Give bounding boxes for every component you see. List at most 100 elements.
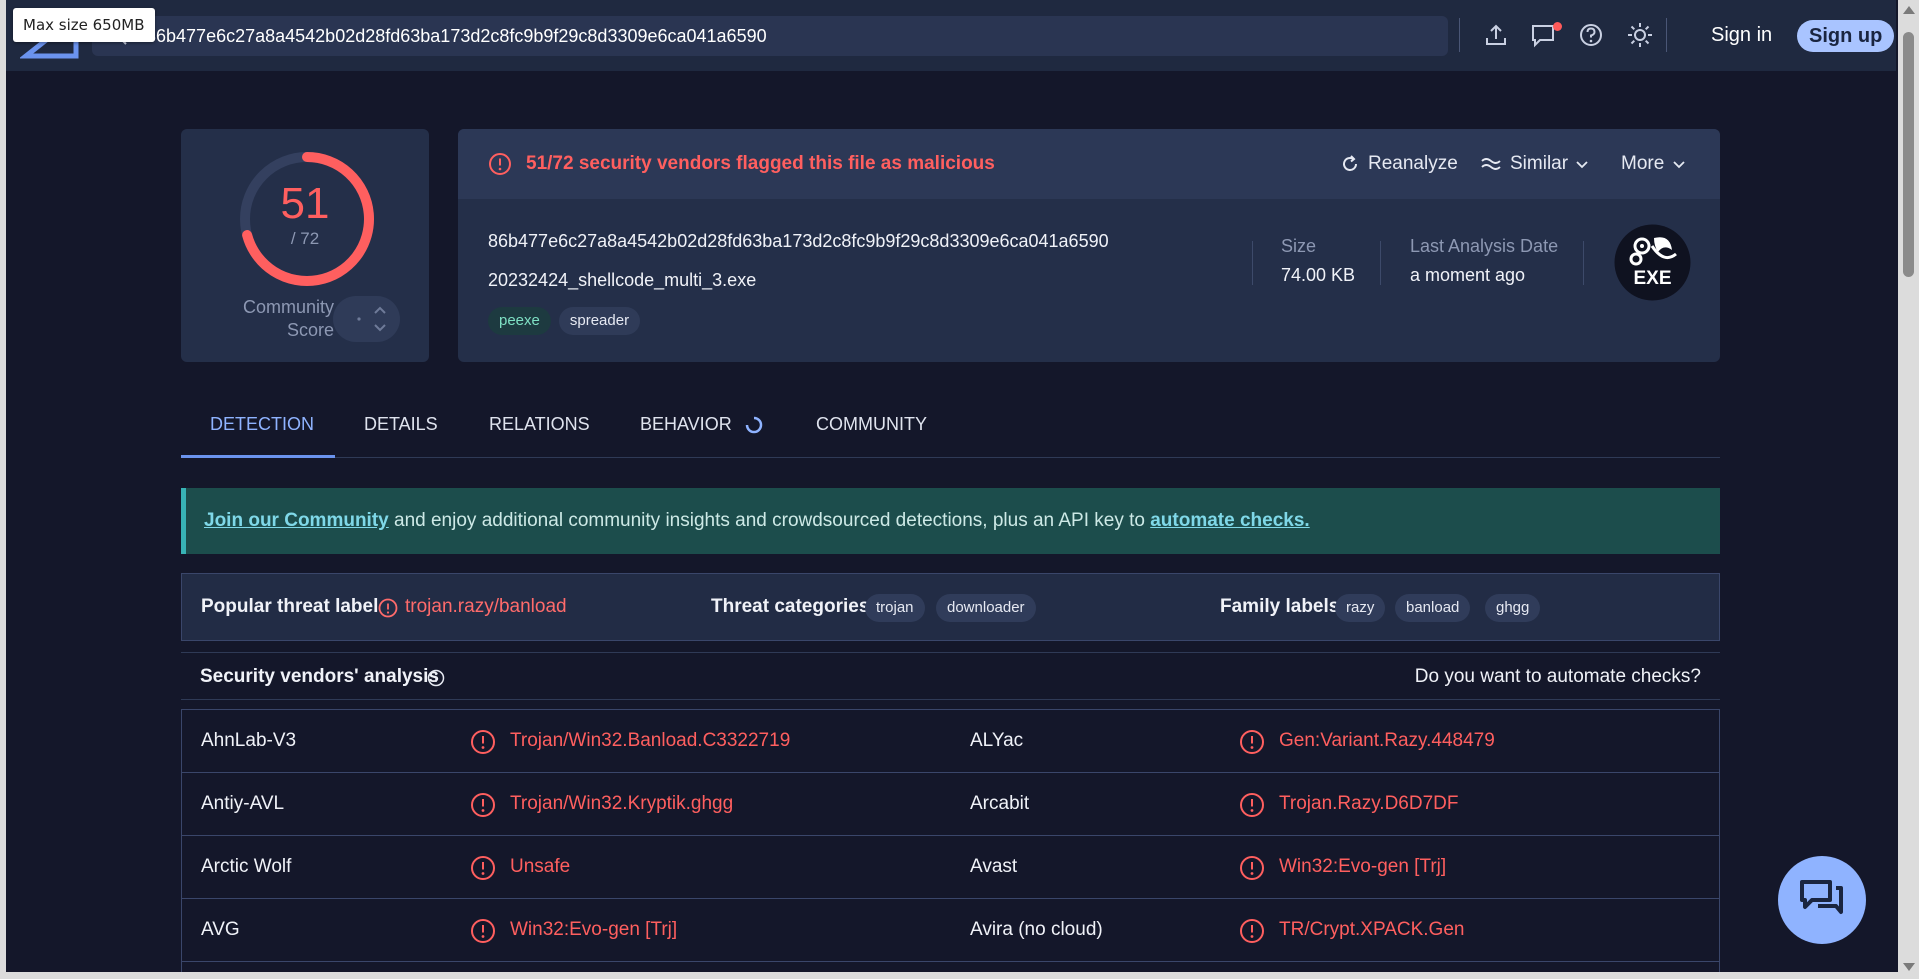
vendor-name: Arctic Wolf	[201, 856, 292, 877]
window-edge	[0, 0, 6, 979]
more-dropdown[interactable]: More	[1621, 153, 1688, 175]
upload-icon[interactable]	[1483, 22, 1509, 48]
tab-details[interactable]: DETAILS	[364, 414, 438, 435]
chevron-down-icon	[1673, 161, 1685, 169]
scroll-down-arrow[interactable]	[1903, 963, 1915, 971]
threat-categories-label: Threat categories	[711, 596, 870, 617]
community-score-label: Community Score	[242, 297, 334, 340]
divider	[1666, 18, 1667, 52]
vendor-result: Win32:Evo-gen [Trj]	[1279, 856, 1447, 877]
alert-circle-icon	[471, 730, 495, 754]
join-community-link[interactable]: Join our Community	[204, 510, 389, 531]
divider	[1252, 241, 1253, 285]
divider	[1380, 241, 1381, 285]
family-banload[interactable]: banload	[1395, 594, 1471, 622]
vendor-row: AVG Win32:Evo-gen [Trj] Avira (no cloud) TR…	[182, 899, 1719, 962]
malicious-flag-text: 51/72 security vendors flagged this file…	[526, 153, 995, 174]
popular-threat-label: Popular threat label	[201, 596, 379, 617]
tab-community[interactable]: COMMUNITY	[816, 414, 927, 435]
alert-circle-icon	[471, 919, 495, 943]
family-razy[interactable]: razy	[1335, 594, 1386, 622]
vendor-row: AhnLab-V3 Trojan/Win32.Banload.C3322719 AL…	[182, 710, 1719, 773]
scrollbar-thumb[interactable]	[1903, 32, 1914, 277]
help-icon[interactable]	[1578, 22, 1604, 48]
chevron-down-icon	[1576, 161, 1588, 169]
alert-circle-icon	[1240, 919, 1264, 943]
top-bar: Sign in Sign up	[6, 0, 1896, 71]
detection-count: 51	[280, 179, 330, 228]
community-banner: Join our Community and enjoy additional …	[181, 488, 1720, 554]
category-downloader[interactable]: downloader	[936, 594, 1036, 622]
sign-in-link[interactable]: Sign in	[1711, 24, 1772, 47]
search-input[interactable]	[146, 25, 1346, 47]
file-name: 20232424_shellcode_multi_3.exe	[488, 270, 757, 290]
tab-behavior-label: BEHAVIOR	[640, 414, 732, 434]
file-hash[interactable]: 86b477e6c27a8a4542b02d28fd63ba173d2c8fc9…	[488, 231, 1109, 252]
reanalyze-button[interactable]: Reanalyze	[1340, 153, 1458, 175]
search-box[interactable]	[92, 16, 1448, 56]
similar-waves-icon	[1481, 158, 1501, 170]
tag-peexe[interactable]: peexe	[488, 307, 551, 335]
tab-detection[interactable]: DETECTION	[210, 414, 314, 435]
divider	[1459, 18, 1460, 52]
vendor-analysis-title: Security vendors' analysis	[200, 666, 439, 687]
size-label: Size	[1281, 236, 1317, 256]
vendor-row: Antiy-AVL Trojan/Win32.Kryptik.ghgg Arcabi…	[182, 773, 1719, 836]
automate-checks-prompt[interactable]: Do you want to automate checks?	[1415, 666, 1701, 688]
automate-checks-link[interactable]: automate checks.	[1150, 510, 1309, 531]
vendor-name: Avira (no cloud)	[970, 919, 1103, 940]
window-edge	[0, 972, 1898, 979]
file-summary-card: 51/72 security vendors flagged this file…	[458, 129, 1720, 362]
last-analysis-value: a moment ago	[1410, 265, 1526, 285]
vendor-result: Gen:Variant.Razy.448479	[1279, 730, 1495, 751]
summary-header: 51/72 security vendors flagged this file…	[458, 129, 1720, 199]
vendor-result: Trojan/Win32.Kryptik.ghgg	[510, 793, 734, 814]
vendor-name: Avast	[970, 856, 1018, 877]
theme-sun-icon[interactable]	[1627, 22, 1653, 48]
loading-spinner-icon	[745, 416, 762, 433]
notification-dot	[1553, 22, 1562, 31]
vendor-result: Trojan.Razy.D6D7DF	[1279, 793, 1459, 814]
category-trojan[interactable]: trojan	[865, 594, 925, 622]
banner-text: and enjoy additional community insights …	[388, 510, 1151, 531]
exe-file-type-icon: EXE	[1614, 224, 1691, 301]
vendor-result: TR/Crypt.XPACK.Gen	[1279, 919, 1465, 940]
tag-spreader[interactable]: spreader	[558, 307, 641, 335]
popular-threat-value[interactable]: trojan.razy/banload	[405, 596, 567, 618]
vendor-result: Win32:Evo-gen [Trj]	[510, 919, 678, 940]
exe-label: EXE	[1633, 268, 1671, 289]
vendor-name: ALYac	[970, 730, 1024, 751]
community-vote-widget[interactable]	[333, 296, 400, 342]
active-tab-indicator	[181, 455, 335, 458]
info-icon[interactable]	[427, 669, 445, 687]
scroll-up-arrow[interactable]	[1903, 6, 1915, 14]
alert-circle-icon	[1240, 730, 1264, 754]
vendor-name: Antiy-AVL	[201, 793, 285, 814]
alert-circle-icon	[489, 153, 511, 175]
tab-behavior[interactable]: BEHAVIOR	[640, 414, 764, 435]
divider	[1583, 241, 1584, 285]
vendor-results-table: AhnLab-V3 Trojan/Win32.Banload.C3322719 AL…	[181, 709, 1720, 979]
alert-circle-icon	[471, 856, 495, 880]
size-value: 74.00 KB	[1281, 265, 1356, 285]
similar-dropdown[interactable]: Similar	[1480, 153, 1590, 175]
vendor-name: Arcabit	[970, 793, 1030, 814]
alert-circle-icon	[471, 793, 495, 817]
tab-relations[interactable]: RELATIONS	[489, 414, 590, 435]
alert-circle-icon	[1240, 793, 1264, 817]
vendor-name: AhnLab-V3	[201, 730, 297, 751]
vendor-name: AVG	[201, 919, 240, 940]
support-chat-button[interactable]	[1778, 856, 1866, 944]
alert-circle-icon	[1240, 856, 1264, 880]
sign-up-button[interactable]: Sign up	[1797, 20, 1895, 52]
chat-bubbles-icon	[1800, 880, 1843, 914]
file-tags: peexe spreader	[488, 307, 641, 335]
vertical-scrollbar[interactable]	[1898, 0, 1919, 979]
family-ghgg[interactable]: ghgg	[1485, 594, 1541, 622]
alert-circle-icon	[378, 598, 398, 618]
threat-labels-row: Popular threat label trojan.razy/banload…	[181, 573, 1720, 641]
refresh-icon	[1343, 155, 1357, 171]
vendor-row: Arctic Wolf Unsafe Avast Win32:Evo-gen [Trj…	[182, 836, 1719, 899]
vendor-result: Trojan/Win32.Banload.C3322719	[510, 730, 791, 751]
last-analysis-label: Last Analysis Date	[1410, 236, 1559, 256]
